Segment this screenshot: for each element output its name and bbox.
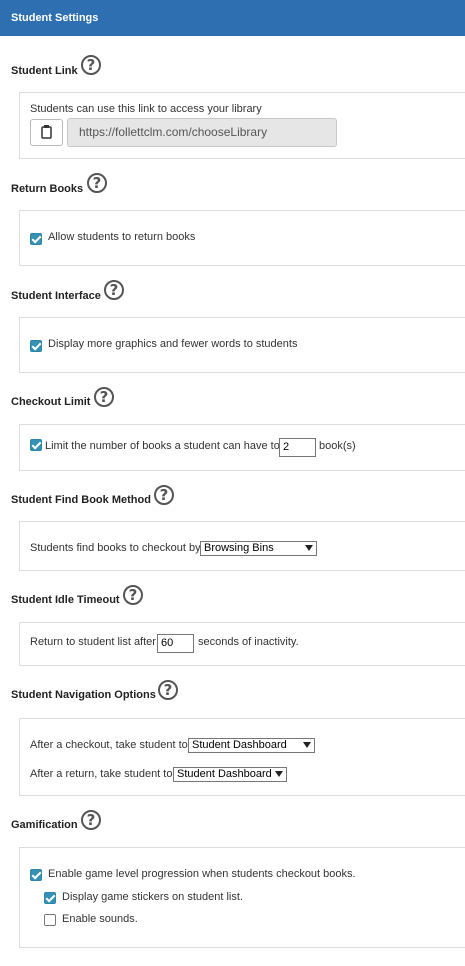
find-book-method-help-icon[interactable]: ? (154, 485, 174, 505)
sounds-checkbox[interactable] (44, 914, 56, 926)
student-link-url-field[interactable]: https://follettclm.com/chooseLibrary (67, 118, 337, 147)
student-link-title: Student Link (11, 65, 78, 77)
idle-timeout-input[interactable]: 60 (157, 634, 194, 653)
student-interface-checkbox[interactable] (30, 340, 42, 352)
page-title: Student Settings (11, 12, 99, 24)
find-book-method-select[interactable]: Browsing Bins (200, 541, 317, 556)
checkout-limit-checkbox[interactable] (30, 439, 42, 451)
find-book-method-panel: Students find books to checkout by Brows… (19, 521, 465, 571)
game-stickers-checkbox[interactable] (44, 892, 56, 904)
find-book-method-selected: Browsing Bins (204, 542, 274, 554)
checkout-limit-unit: book(s) (319, 440, 356, 452)
idle-timeout-title: Student Idle Timeout (11, 594, 120, 606)
game-level-checkbox[interactable] (30, 869, 42, 881)
student-interface-help-icon[interactable]: ? (104, 280, 124, 300)
student-interface-title: Student Interface (11, 290, 101, 302)
find-book-method-label: Students find books to checkout by (30, 542, 201, 554)
after-checkout-select[interactable]: Student Dashboard (188, 738, 315, 753)
gamification-title: Gamification (11, 819, 78, 831)
chevron-down-icon (305, 545, 313, 551)
return-books-panel: Allow students to return books (19, 210, 465, 266)
student-interface-label: Display more graphics and fewer words to… (48, 338, 298, 350)
student-link-help-icon[interactable]: ? (81, 55, 101, 75)
find-book-method-title: Student Find Book Method (11, 494, 151, 506)
game-level-label: Enable game level progression when stude… (48, 868, 356, 880)
game-stickers-label: Display game stickers on student list. (62, 891, 243, 903)
checkout-limit-panel: Limit the number of books a student can … (19, 424, 465, 471)
after-return-select[interactable]: Student Dashboard (173, 767, 287, 782)
after-return-label: After a return, take student to (30, 768, 173, 780)
checkout-limit-help-icon[interactable]: ? (94, 387, 114, 407)
return-books-checkbox[interactable] (30, 233, 42, 245)
student-link-panel: Students can use this link to access you… (19, 92, 465, 159)
after-checkout-label: After a checkout, take student to (30, 739, 188, 751)
return-books-help-icon[interactable]: ? (87, 173, 107, 193)
gamification-help-icon[interactable]: ? (81, 810, 101, 830)
navigation-panel: After a checkout, take student to Studen… (19, 718, 465, 796)
after-return-selected: Student Dashboard (177, 768, 272, 780)
gamification-panel: Enable game level progression when stude… (19, 847, 465, 948)
checkout-limit-input[interactable]: 2 (279, 438, 316, 457)
navigation-help-icon[interactable]: ? (158, 680, 178, 700)
checkout-limit-title: Checkout Limit (11, 396, 91, 408)
return-books-label: Allow students to return books (48, 231, 196, 243)
page-header: Student Settings (0, 0, 465, 36)
chevron-down-icon (275, 771, 283, 777)
student-link-description: Students can use this link to access you… (30, 103, 262, 115)
idle-timeout-unit: seconds of inactivity. (198, 636, 299, 648)
chevron-down-icon (303, 742, 311, 748)
sounds-label: Enable sounds. (62, 913, 138, 925)
student-interface-panel: Display more graphics and fewer words to… (19, 317, 465, 373)
idle-timeout-panel: Return to student list after 60 seconds … (19, 622, 465, 666)
idle-timeout-help-icon[interactable]: ? (123, 585, 143, 605)
return-books-title: Return Books (11, 183, 84, 195)
copy-link-button[interactable] (30, 119, 63, 146)
clipboard-icon (41, 125, 52, 139)
checkout-limit-label: Limit the number of books a student can … (45, 440, 280, 452)
after-checkout-selected: Student Dashboard (192, 739, 287, 751)
idle-timeout-label: Return to student list after (30, 636, 156, 648)
navigation-title: Student Navigation Options (11, 689, 156, 701)
